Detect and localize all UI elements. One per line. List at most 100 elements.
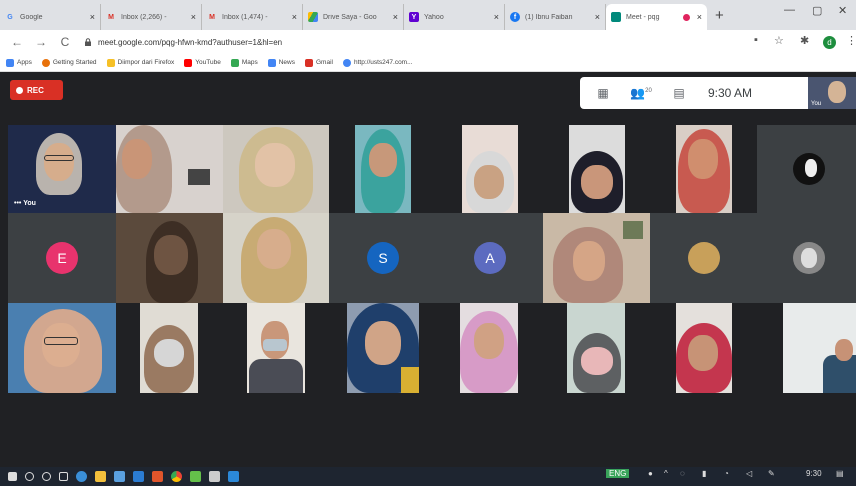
store-icon[interactable] xyxy=(114,471,125,482)
participant-tile[interactable]: E xyxy=(8,213,116,303)
chat-icon[interactable]: ▤ xyxy=(664,86,694,100)
minimize-icon[interactable]: — xyxy=(784,4,795,16)
participant-tile[interactable] xyxy=(650,213,757,303)
people-icon[interactable]: ● xyxy=(648,469,653,478)
forward-icon[interactable]: → xyxy=(34,35,48,49)
tab-strip: G Google × M Inbox (2,266) - × M Inbox (… xyxy=(0,0,856,30)
network-icon[interactable]: ◌ xyxy=(680,469,685,478)
bookmark-usts[interactable]: http://usts247.com... xyxy=(342,58,413,67)
file-explorer-icon[interactable] xyxy=(95,471,106,482)
camera-icon[interactable] xyxy=(190,471,201,482)
cast-icon[interactable]: ▪ xyxy=(754,34,758,46)
facebook-icon: f xyxy=(510,12,520,22)
tab-meet[interactable]: Meet - pqg × xyxy=(606,4,707,30)
url-field[interactable]: meet.google.com/pqg-hfwn-kmd?authuser=1&… xyxy=(84,33,744,51)
tab-google[interactable]: G Google × xyxy=(0,4,101,30)
participant-tile[interactable] xyxy=(757,303,856,393)
star-icon[interactable]: ☆ xyxy=(774,34,784,47)
participant-tile[interactable] xyxy=(436,125,543,213)
pen-icon[interactable]: ✎ xyxy=(768,469,775,478)
close-tab-icon[interactable]: × xyxy=(191,12,196,22)
grid-icon[interactable]: ▦ xyxy=(588,86,618,100)
lock-app-icon[interactable] xyxy=(209,471,220,482)
gmail-icon: M xyxy=(106,12,116,22)
more-options-icon[interactable]: ••• xyxy=(14,200,21,207)
bookmark-apps[interactable]: Apps xyxy=(6,58,32,67)
frame-picture xyxy=(623,221,643,239)
tab-facebook[interactable]: f (1) Ibnu Faiban × xyxy=(505,4,606,30)
people-icon[interactable]: 👥20 xyxy=(626,86,656,100)
participant-tile[interactable] xyxy=(543,213,650,303)
bookmark-label: Diimpor dari Firefox xyxy=(117,59,175,66)
office-icon[interactable] xyxy=(152,471,163,482)
participant-tile[interactable] xyxy=(650,125,757,213)
google-icon: G xyxy=(5,12,15,22)
maps-icon xyxy=(230,58,239,67)
volume-icon[interactable]: ◁ xyxy=(746,469,752,478)
bookmark-news[interactable]: News xyxy=(267,58,295,67)
reload-icon[interactable]: C xyxy=(58,35,72,49)
participant-tile[interactable] xyxy=(329,125,436,213)
cortana-icon[interactable] xyxy=(42,472,51,481)
participant-tile[interactable] xyxy=(543,303,650,393)
participant-tile[interactable] xyxy=(543,125,650,213)
bookmark-maps[interactable]: Maps xyxy=(230,58,258,67)
wifi-icon[interactable]: ◔ xyxy=(724,469,729,478)
participant-tile[interactable] xyxy=(116,125,223,213)
close-window-icon[interactable]: ✕ xyxy=(838,4,847,17)
tab-inbox-1[interactable]: M Inbox (2,266) - × xyxy=(101,4,202,30)
tab-drive[interactable]: Drive Saya - Goo × xyxy=(303,4,404,30)
tab-inbox-2[interactable]: M Inbox (1,474) - × xyxy=(202,4,303,30)
participant-tile[interactable] xyxy=(757,125,856,213)
address-bar: ← → C meet.google.com/pqg-hfwn-kmd?authu… xyxy=(0,30,856,54)
close-tab-icon[interactable]: × xyxy=(90,12,95,22)
chevron-up-icon[interactable]: ^ xyxy=(664,469,668,478)
participant-tile[interactable] xyxy=(757,213,856,303)
google-icon xyxy=(342,58,351,67)
chrome-icon[interactable] xyxy=(171,471,182,482)
extensions-icon[interactable]: ✱ xyxy=(800,34,809,47)
participant-tile[interactable] xyxy=(223,303,329,393)
participant-tile[interactable] xyxy=(8,303,116,393)
close-tab-icon[interactable]: × xyxy=(292,12,297,22)
firefox-icon xyxy=(41,58,50,67)
participant-tile[interactable]: A xyxy=(436,213,543,303)
bookmark-label: Gmail xyxy=(316,59,333,66)
notifications-icon[interactable]: ▤ xyxy=(836,469,844,478)
tab-yahoo[interactable]: Y Yahoo × xyxy=(404,4,505,30)
bookmark-gmail[interactable]: Gmail xyxy=(305,58,333,67)
close-tab-icon[interactable]: × xyxy=(595,12,600,22)
bookmark-getting-started[interactable]: Getting Started xyxy=(41,58,97,67)
participant-tile[interactable] xyxy=(116,213,223,303)
language-indicator[interactable]: ENG xyxy=(606,469,630,478)
participant-tile[interactable] xyxy=(329,303,436,393)
participant-tile[interactable] xyxy=(223,213,329,303)
participant-tile[interactable] xyxy=(116,303,223,393)
participant-tile[interactable] xyxy=(223,125,329,213)
bookmark-folder-firefox[interactable]: Diimpor dari Firefox xyxy=(106,58,175,67)
task-view-icon[interactable] xyxy=(59,472,68,481)
windows-start-icon[interactable] xyxy=(8,472,17,481)
app-icon[interactable] xyxy=(228,471,239,482)
close-tab-icon[interactable]: × xyxy=(494,12,499,22)
search-icon[interactable] xyxy=(25,472,34,481)
word-icon[interactable] xyxy=(133,471,144,482)
photo-face xyxy=(801,248,817,268)
back-icon[interactable]: ← xyxy=(10,35,24,49)
participant-tile[interactable] xyxy=(436,303,543,393)
self-thumbnail[interactable]: You xyxy=(808,77,856,109)
participant-tile-you[interactable]: ••• You xyxy=(8,125,116,213)
new-tab-button[interactable]: + xyxy=(715,4,724,30)
tab-label: (1) Ibnu Faiban xyxy=(525,13,573,21)
close-tab-icon[interactable]: × xyxy=(393,12,398,22)
close-tab-icon[interactable]: × xyxy=(697,12,702,22)
participant-tile[interactable]: S xyxy=(329,213,436,303)
bookmark-youtube[interactable]: YouTube xyxy=(184,58,221,67)
participant-tile[interactable] xyxy=(650,303,757,393)
edge-icon[interactable] xyxy=(76,471,87,482)
participant-photo-avatar xyxy=(688,242,720,274)
maximize-icon[interactable]: ▢ xyxy=(812,4,822,17)
menu-icon[interactable]: ⋮ xyxy=(846,34,856,47)
profile-avatar[interactable]: d xyxy=(823,36,836,49)
battery-icon[interactable]: ▮ xyxy=(702,469,706,478)
